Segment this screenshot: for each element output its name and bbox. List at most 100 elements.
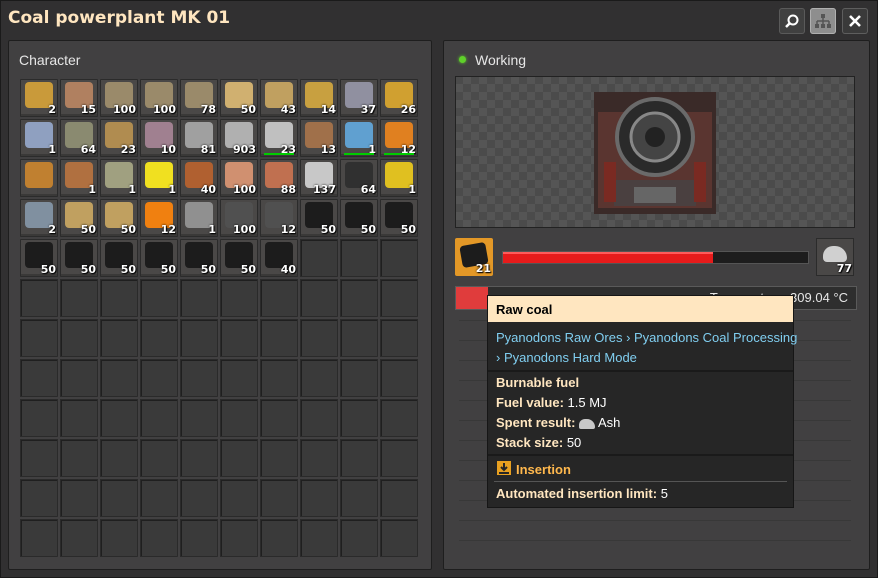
inventory-slot-empty[interactable] [380, 519, 418, 557]
inventory-slot[interactable]: 100 [140, 79, 178, 117]
inventory-slot[interactable]: 13 [300, 119, 338, 157]
inventory-slot[interactable]: 50 [20, 239, 58, 277]
inventory-slot[interactable]: 40 [180, 159, 218, 197]
inventory-slot[interactable]: 1 [60, 159, 98, 197]
inventory-slot-empty[interactable] [180, 279, 218, 317]
inventory-slot-empty[interactable] [100, 319, 138, 357]
inventory-slot[interactable]: 12 [140, 199, 178, 237]
inventory-slot[interactable]: 12 [260, 199, 298, 237]
inventory-slot[interactable]: 12 [380, 119, 418, 157]
inventory-slot-empty[interactable] [340, 519, 378, 557]
inventory-slot-empty[interactable] [300, 439, 338, 477]
inventory-slot[interactable]: 1 [100, 159, 138, 197]
inventory-slot[interactable]: 37 [340, 79, 378, 117]
inventory-slot-empty[interactable] [300, 239, 338, 277]
inventory-slot-empty[interactable] [60, 399, 98, 437]
inventory-slot-empty[interactable] [220, 319, 258, 357]
inventory-slot[interactable] [20, 159, 58, 197]
inventory-slot-empty[interactable] [100, 399, 138, 437]
inventory-slot-empty[interactable] [260, 399, 298, 437]
inventory-slot-empty[interactable] [260, 519, 298, 557]
inventory-slot-empty[interactable] [260, 479, 298, 517]
inventory-slot-empty[interactable] [140, 279, 178, 317]
inventory-slot-empty[interactable] [60, 359, 98, 397]
inventory-slot-empty[interactable] [60, 439, 98, 477]
inventory-slot-empty[interactable] [20, 519, 58, 557]
inventory-slot-empty[interactable] [380, 479, 418, 517]
inventory-slot[interactable]: 88 [260, 159, 298, 197]
inventory-slot-empty[interactable] [340, 319, 378, 357]
inventory-slot-empty[interactable] [220, 399, 258, 437]
inventory-slot-empty[interactable] [180, 519, 218, 557]
inventory-slot-empty[interactable] [20, 319, 58, 357]
inventory-slot-empty[interactable] [340, 399, 378, 437]
inventory-slot-empty[interactable] [300, 319, 338, 357]
inventory-slot[interactable]: 50 [180, 239, 218, 277]
inventory-slot[interactable]: 10 [140, 119, 178, 157]
inventory-slot-empty[interactable] [180, 359, 218, 397]
inventory-slot[interactable]: 1 [180, 199, 218, 237]
inventory-slot[interactable]: 50 [220, 79, 258, 117]
inventory-slot-empty[interactable] [380, 319, 418, 357]
inventory-slot[interactable]: 50 [60, 239, 98, 277]
inventory-slot-empty[interactable] [140, 399, 178, 437]
inventory-slot-empty[interactable] [180, 439, 218, 477]
inventory-slot[interactable]: 23 [100, 119, 138, 157]
inventory-slot-empty[interactable] [380, 279, 418, 317]
inventory-slot-empty[interactable] [300, 479, 338, 517]
inventory-slot[interactable]: 1 [20, 119, 58, 157]
inventory-slot[interactable]: 40 [260, 239, 298, 277]
inventory-slot[interactable]: 50 [220, 239, 258, 277]
inventory-slot-empty[interactable] [20, 359, 58, 397]
inventory-slot-empty[interactable] [180, 399, 218, 437]
inventory-slot[interactable]: 50 [140, 239, 178, 277]
inventory-slot[interactable]: 100 [220, 199, 258, 237]
inventory-slot[interactable]: 1 [380, 159, 418, 197]
inventory-slot[interactable]: 2 [20, 79, 58, 117]
inventory-slot-empty[interactable] [340, 359, 378, 397]
inventory-slot-empty[interactable] [340, 279, 378, 317]
inventory-slot-empty[interactable] [20, 279, 58, 317]
inventory-slot[interactable]: 100 [100, 79, 138, 117]
inventory-slot-empty[interactable] [140, 439, 178, 477]
inventory-slot[interactable]: 64 [340, 159, 378, 197]
inventory-slot-empty[interactable] [220, 519, 258, 557]
inventory-slot-empty[interactable] [100, 439, 138, 477]
inventory-slot-empty[interactable] [300, 399, 338, 437]
inventory-slot-empty[interactable] [260, 319, 298, 357]
inventory-slot[interactable]: 50 [340, 199, 378, 237]
inventory-slot-empty[interactable] [60, 279, 98, 317]
inventory-slot[interactable]: 50 [100, 239, 138, 277]
network-button[interactable] [810, 8, 836, 34]
inventory-slot[interactable]: 1 [140, 159, 178, 197]
inventory-slot[interactable]: 23 [260, 119, 298, 157]
inventory-slot[interactable]: 15 [60, 79, 98, 117]
inventory-slot[interactable]: 78 [180, 79, 218, 117]
inventory-slot-empty[interactable] [220, 479, 258, 517]
inventory-slot-empty[interactable] [340, 479, 378, 517]
search-button[interactable] [779, 8, 805, 34]
inventory-slot-empty[interactable] [20, 399, 58, 437]
inventory-slot-empty[interactable] [260, 359, 298, 397]
fuel-slot[interactable]: 21 [455, 238, 493, 276]
inventory-slot[interactable]: 50 [380, 199, 418, 237]
inventory-slot-empty[interactable] [340, 239, 378, 277]
inventory-slot-empty[interactable] [100, 519, 138, 557]
inventory-slot-empty[interactable] [20, 439, 58, 477]
inventory-slot-empty[interactable] [300, 279, 338, 317]
inventory-slot-empty[interactable] [220, 359, 258, 397]
inventory-slot-empty[interactable] [180, 319, 218, 357]
inventory-slot-empty[interactable] [140, 519, 178, 557]
inventory-slot-empty[interactable] [100, 279, 138, 317]
inventory-slot-empty[interactable] [100, 479, 138, 517]
inventory-slot[interactable]: 137 [300, 159, 338, 197]
inventory-slot[interactable]: 14 [300, 79, 338, 117]
inventory-slot[interactable]: 81 [180, 119, 218, 157]
inventory-slot-empty[interactable] [300, 519, 338, 557]
inventory-slot-empty[interactable] [380, 439, 418, 477]
inventory-slot-empty[interactable] [100, 359, 138, 397]
result-slot[interactable]: 77 [816, 238, 854, 276]
inventory-slot-empty[interactable] [220, 279, 258, 317]
inventory-slot-empty[interactable] [300, 359, 338, 397]
inventory-slot[interactable]: 2 [20, 199, 58, 237]
